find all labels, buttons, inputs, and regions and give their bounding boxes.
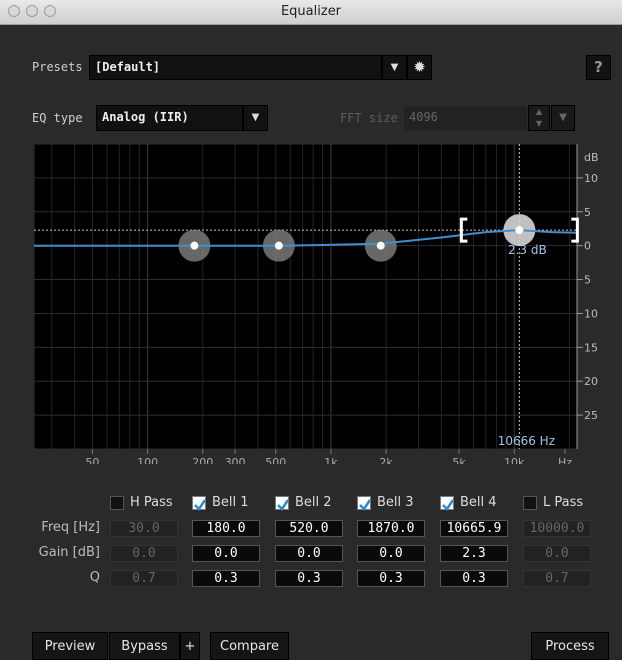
db-tick-label: 5 (584, 206, 591, 219)
bypass-button[interactable]: Bypass (109, 632, 180, 660)
preview-button[interactable]: Preview (32, 632, 108, 660)
band-point (190, 241, 199, 250)
fft-size-label: FFT size (340, 111, 398, 125)
presets-dropdown[interactable]: [Default] (89, 55, 382, 80)
presets-dropdown-arrow-icon[interactable]: ▼ (382, 55, 407, 80)
graph-plot-background (34, 144, 578, 450)
eq-type-dropdown-arrow-icon[interactable]: ▼ (243, 105, 268, 131)
band-freq-field[interactable]: 180.0 (192, 520, 260, 537)
band-name-label: Bell 2 (295, 495, 332, 510)
gain-row-label: Gain [dB] (38, 545, 100, 560)
db-tick-label: 5 (584, 274, 591, 287)
freq-tick-label: Hz (558, 456, 572, 464)
band-enable-checkbox[interactable] (110, 496, 124, 510)
eq-response-graph[interactable]: 1050510152025 50 100 200 300 500 1k 2k 5k 10k Hz … (34, 144, 600, 464)
band-gain-field: 0.0 (110, 545, 178, 562)
band-gain-field[interactable]: 0.0 (275, 545, 343, 562)
freq-tick-label: 1k (324, 456, 338, 464)
band-gain-field: 0.0 (523, 545, 591, 562)
db-tick-label: 0 (584, 240, 591, 253)
help-button[interactable]: ? (586, 55, 611, 80)
eq-type-dropdown[interactable]: Analog (IIR) (96, 105, 243, 131)
freq-tick-label: 5k (452, 456, 466, 464)
db-tick-label: 10 (584, 307, 598, 320)
band-enable-checkbox[interactable] (357, 496, 372, 511)
band-name-label: Bell 4 (460, 495, 497, 510)
band-point (515, 226, 524, 235)
checkmark-icon (442, 499, 455, 511)
bypass-add-button[interactable]: + (180, 632, 200, 660)
band-name-label: Bell 1 (212, 495, 249, 510)
band-enable-checkbox[interactable] (275, 496, 290, 511)
checkmark-icon (359, 499, 372, 511)
band-q-field[interactable]: 0.3 (440, 570, 508, 587)
band-point (376, 241, 385, 250)
window-title: Equalizer (280, 4, 342, 19)
checkmark-icon (194, 499, 207, 511)
freq-tick-label: 200 (192, 456, 213, 464)
fft-size-stepper-icon: ▲ ▼ (528, 105, 550, 131)
band-gain-field[interactable]: 2.3 (440, 545, 508, 562)
presets-value: [Default] (95, 60, 161, 74)
band-name-label: H Pass (130, 495, 173, 510)
title-bar: Equalizer (0, 0, 622, 25)
band-enable-checkbox[interactable] (192, 496, 207, 511)
process-button[interactable]: Process (531, 632, 609, 660)
band-q-field[interactable]: 0.3 (275, 570, 343, 587)
freq-tick-label: 2k (379, 456, 393, 464)
band-name-label: L Pass (543, 495, 584, 510)
band-freq-field: 10000.0 (523, 520, 591, 537)
frequency-readout: 10666 Hz (498, 434, 555, 448)
band-freq-field[interactable]: 1870.0 (357, 520, 425, 537)
band-q-field[interactable]: 0.3 (357, 570, 425, 587)
band-point (274, 241, 283, 250)
band-freq-field: 30.0 (110, 520, 178, 537)
freq-tick-label: 100 (137, 456, 158, 464)
gain-readout: 2.3 dB (508, 243, 547, 257)
q-row-label: Q (89, 570, 100, 585)
db-tick-label: 20 (584, 375, 598, 388)
eq-type-label: EQ type (32, 111, 83, 125)
db-tick-label: 10 (584, 172, 598, 185)
band-gain-field[interactable]: 0.0 (357, 545, 425, 562)
freq-row-label: Freq [Hz] (41, 520, 100, 535)
band-name-label: Bell 3 (377, 495, 414, 510)
fft-size-field: 4096 (403, 105, 528, 131)
band-q-field: 0.7 (110, 570, 178, 587)
db-tick-label: 15 (584, 341, 598, 354)
band-enable-checkbox[interactable] (523, 496, 537, 510)
compare-button[interactable]: Compare (210, 632, 289, 660)
db-unit-label: dB (584, 151, 599, 164)
freq-tick-label: 500 (265, 456, 286, 464)
db-tick-label: 25 (584, 409, 598, 422)
freq-tick-label: 10k (504, 456, 525, 464)
freq-tick-label: 300 (225, 456, 246, 464)
checkmark-icon (277, 499, 290, 511)
band-q-field[interactable]: 0.3 (192, 570, 260, 587)
eq-type-value: Analog (IIR) (102, 110, 189, 124)
presets-settings-gear-icon[interactable]: ✹ (407, 55, 432, 80)
band-gain-field[interactable]: 0.0 (192, 545, 260, 562)
band-enable-checkbox[interactable] (440, 496, 455, 511)
fft-size-dropdown-arrow-icon: ▼ (551, 105, 575, 131)
freq-tick-label: 50 (85, 456, 99, 464)
band-freq-field[interactable]: 10665.9 (440, 520, 508, 537)
band-freq-field[interactable]: 520.0 (275, 520, 343, 537)
fft-size-value: 4096 (409, 110, 438, 124)
band-q-field: 0.7 (523, 570, 591, 587)
presets-label: Presets (32, 60, 83, 74)
